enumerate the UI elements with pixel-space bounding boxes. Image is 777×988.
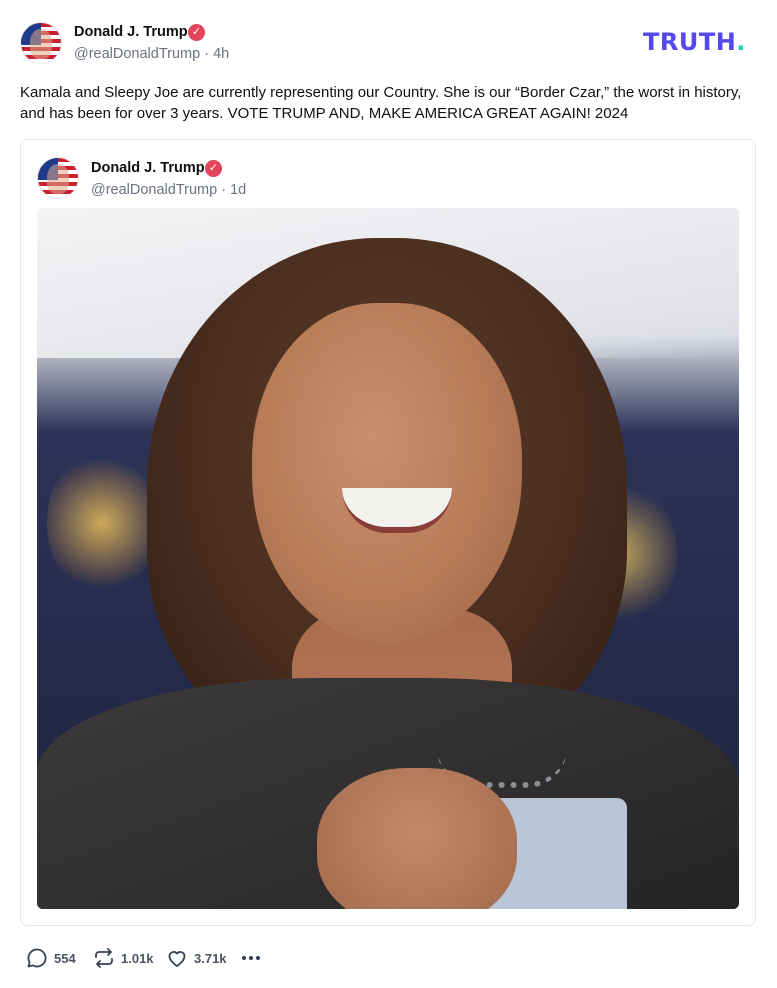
more-options-icon xyxy=(242,956,260,960)
author-avatar[interactable] xyxy=(20,22,62,64)
logo-dot: . xyxy=(736,28,746,56)
heart-icon xyxy=(168,951,186,967)
verified-badge-icon: ✓ xyxy=(205,160,222,177)
logo-text: TRUTH xyxy=(643,28,737,56)
quoted-post-card[interactable]: Donald J. Trump ✓ @realDonaldTrump · 1d xyxy=(20,139,756,926)
quoted-author-handle[interactable]: @realDonaldTrump xyxy=(91,182,217,198)
subject-face xyxy=(252,303,522,643)
reply-button[interactable]: 554 xyxy=(25,945,76,971)
avatar-face xyxy=(30,29,52,59)
quoted-timestamp[interactable]: 1d xyxy=(230,182,246,198)
like-button[interactable]: 3.71k xyxy=(165,945,227,971)
comment-icon xyxy=(27,948,47,968)
post-text: Kamala and Sleepy Joe are currently repr… xyxy=(20,84,742,122)
quoted-author-avatar[interactable] xyxy=(37,157,79,199)
more-options-button[interactable] xyxy=(241,945,261,971)
separator-dot: · xyxy=(204,46,214,62)
author-name[interactable]: Donald J. Trump xyxy=(74,24,188,40)
author-handle[interactable]: @realDonaldTrump xyxy=(74,46,200,62)
avatar-face xyxy=(47,164,69,194)
separator-dot: · xyxy=(221,182,231,198)
quoted-post-image[interactable] xyxy=(37,208,739,909)
post-timestamp[interactable]: 4h xyxy=(213,46,229,62)
background-light xyxy=(47,448,157,598)
quoted-author-name[interactable]: Donald J. Trump xyxy=(91,160,205,176)
retruth-count: 1.01k xyxy=(121,950,154,966)
verified-badge-icon: ✓ xyxy=(188,24,205,41)
repost-icon xyxy=(95,948,113,968)
truth-social-logo[interactable]: TRUTH. xyxy=(643,28,746,56)
reply-count: 554 xyxy=(54,950,76,966)
like-count: 3.71k xyxy=(194,950,227,966)
subject-hand xyxy=(317,768,517,909)
author-handle-line: @realDonaldTrump · 4h xyxy=(74,46,229,62)
truth-post: Donald J. Trump ✓ @realDonaldTrump · 4h … xyxy=(0,0,777,988)
retruth-button[interactable]: 1.01k xyxy=(92,945,154,971)
quoted-handle-line: @realDonaldTrump · 1d xyxy=(91,182,246,198)
